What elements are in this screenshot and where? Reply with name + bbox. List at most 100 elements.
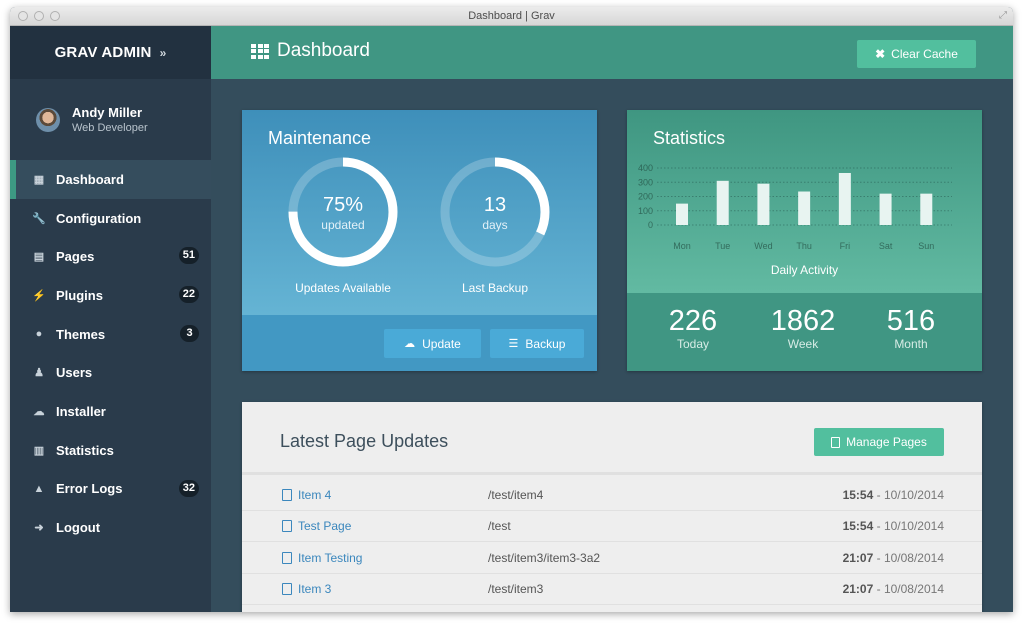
sidebar-item-themes[interactable]: ● Themes 3: [10, 315, 211, 354]
title-bar: Dashboard | Grav ⤢: [10, 7, 1013, 26]
manage-pages-button[interactable]: Manage Pages: [814, 428, 944, 456]
sidebar-item-users[interactable]: ♟ Users: [10, 353, 211, 392]
modified-date: - 10/08/2014: [876, 581, 944, 596]
page-route: /test/item3/item3-3a2: [488, 550, 601, 565]
sidebar-item-pages[interactable]: ▤ Pages 51: [10, 237, 211, 276]
cloud-download-icon: ☁: [404, 338, 416, 350]
latest-title: Latest Page Updates: [280, 431, 449, 451]
count-badge: 3: [180, 324, 199, 342]
modified-date: - 10/10/2014: [876, 488, 944, 502]
stat-month-label: Month: [894, 337, 928, 351]
page-title: Test Page: [298, 519, 352, 534]
y-tick-label: 200: [638, 192, 653, 202]
user-role: Web Developer: [72, 122, 148, 134]
user-profile[interactable]: Andy Miller Web Developer: [10, 79, 211, 160]
page-route: /test: [488, 519, 511, 534]
sidebar-item-label: Plugins: [56, 287, 103, 303]
file-icon: [282, 489, 292, 501]
grid-icon: ▦: [33, 173, 45, 186]
x-tick-label: Wed: [754, 241, 772, 251]
avatar: [36, 107, 60, 132]
sidebar-item-label: Pages: [56, 249, 95, 265]
sidebar-item-label: Error Logs: [56, 481, 123, 497]
sidebar-item-configuration[interactable]: 🔧 Configuration: [10, 199, 211, 238]
bar-sat: [879, 193, 892, 225]
user-name: Andy Miller: [72, 105, 143, 120]
plug-icon: ⚡: [32, 289, 46, 302]
statistics-title: Statistics: [653, 128, 726, 148]
maintenance-title: Maintenance: [268, 128, 372, 148]
count-badge: 51: [178, 247, 199, 265]
modified-time: 15:54: [842, 488, 874, 502]
page-title: Item Testing: [298, 550, 363, 565]
sidebar-item-installer[interactable]: ☁ Installer: [10, 392, 211, 431]
dashboard-grid-icon: [251, 43, 269, 59]
stat-month-value: 516: [886, 305, 936, 337]
statistics-chart-area: 0 100 200 300 400 Mon Tue Wed Thu Fri Sat Sun Stati…: [627, 110, 982, 293]
bar-fri: [838, 172, 851, 225]
user-icon: ♟: [34, 367, 44, 380]
sidebar-item-label: Installer: [56, 403, 106, 419]
backup-button[interactable]: ☰ Backup: [490, 329, 584, 358]
statistics-card: 0 100 200 300 400 Mon Tue Wed Thu Fri Sat Sun Stati…: [627, 110, 982, 371]
x-tick-label: Sun: [918, 241, 934, 251]
table-row: Item Testing /test/item3/item3-3a2 21:07…: [242, 543, 982, 574]
maintenance-card: Maintenance 75% updated Updates Availabl…: [242, 110, 597, 371]
sidebar-item-error-logs[interactable]: ▲ Error Logs 32: [10, 470, 211, 509]
sidebar-item-label: Dashboard: [56, 171, 124, 187]
sidebar-item-label: Logout: [56, 520, 101, 536]
table-row: Test Page /test 15:54 - 10/10/2014: [242, 511, 982, 543]
x-tick-label: Sat: [879, 241, 893, 251]
database-icon: ☰: [508, 338, 519, 350]
backup-ring: 13 days: [439, 156, 551, 268]
sidebar-item-statistics[interactable]: ▥ Statistics: [10, 431, 211, 470]
file-icon: ▤: [33, 251, 45, 264]
modified-time: 15:54: [842, 519, 874, 534]
backup-value: 13: [483, 194, 507, 216]
page-link[interactable]: Item 3: [282, 582, 331, 596]
page-link[interactable]: Item Testing: [282, 551, 362, 565]
sidebar-item-label: Themes: [56, 326, 106, 342]
sidebar-item-dashboard[interactable]: ▦ Dashboard: [10, 160, 211, 199]
count-badge: 32: [178, 479, 199, 497]
stat-today-value: 226: [668, 305, 718, 337]
warning-icon: ▲: [33, 482, 45, 495]
page-title-text: Dashboard: [277, 40, 370, 61]
modified-date: - 10/10/2014: [876, 519, 944, 534]
brand[interactable]: GRAV ADMIN »: [10, 26, 211, 79]
wrench-icon: 🔧: [32, 212, 46, 225]
tint-icon: ●: [35, 328, 43, 341]
sidebar-item-label: Users: [56, 365, 93, 381]
modified-time: 21:07: [842, 550, 874, 565]
file-icon: [282, 551, 292, 564]
table-row: Item 3 /test/item3 21:07 - 10/08/2014: [242, 574, 982, 605]
file-icon: [282, 520, 292, 533]
page-link[interactable]: Test Page: [282, 519, 351, 533]
x-tick-label: Tue: [715, 241, 730, 251]
bar-tue: [716, 180, 729, 225]
updates-ring: 75% updated: [287, 156, 399, 268]
close-icon: ✖: [875, 47, 886, 61]
sidebar-nav: ▦ Dashboard 🔧 Configuration ▤ Pages 51 ⚡ Plu…: [10, 160, 211, 547]
page-link[interactable]: Item 4: [282, 488, 331, 502]
sidebar-item-plugins[interactable]: ⚡ Plugins 22: [10, 276, 211, 315]
count-badge: 22: [178, 286, 199, 304]
page-modified: 15:54 - 10/10/2014: [843, 488, 944, 502]
stat-today-label: Today: [676, 337, 710, 351]
bar-mon: [676, 203, 688, 225]
modified-date: - 10/08/2014: [876, 550, 944, 565]
updates-value: 75%: [322, 194, 364, 216]
collapse-chevron-icon[interactable]: »: [160, 46, 167, 60]
clear-cache-button[interactable]: ✖ Clear Cache: [857, 40, 976, 68]
latest-page-updates-card: Latest Page Updates Manage Pages Item 4 …: [242, 402, 982, 612]
update-label: Update: [422, 336, 461, 351]
sign-out-icon: ➜: [34, 522, 44, 535]
x-tick-label: Mon: [673, 241, 691, 251]
stat-week-value: 1862: [770, 305, 836, 337]
update-button[interactable]: ☁ Update: [384, 329, 481, 358]
x-tick-label: Fri: [840, 241, 851, 251]
sidebar-item-logout[interactable]: ➜ Logout: [10, 508, 211, 547]
stat-week: 1862 Week: [748, 305, 858, 351]
fullscreen-icon[interactable]: ⤢: [999, 10, 1007, 21]
sidebar-item-label: Statistics: [56, 442, 114, 458]
